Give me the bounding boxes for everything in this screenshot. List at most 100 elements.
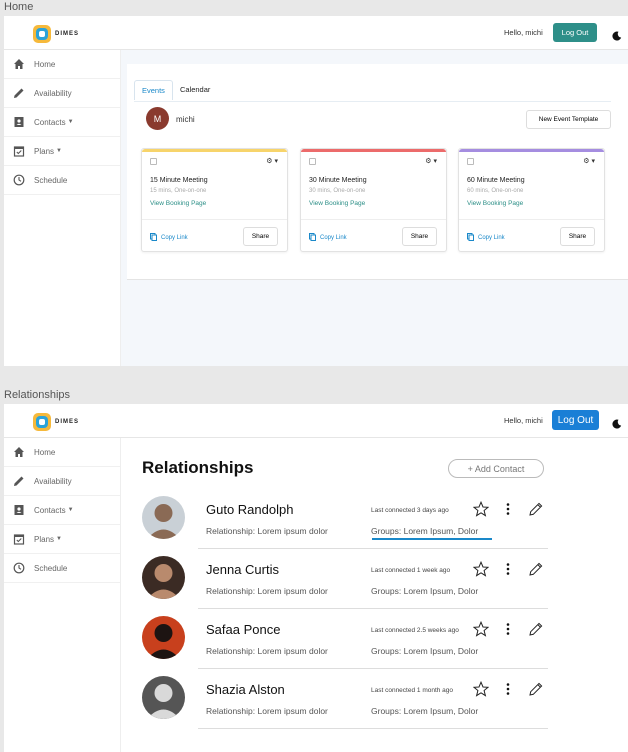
card-subtitle: 15 mins, One-on-one — [150, 188, 207, 194]
tab-calendar[interactable]: Calendar — [173, 80, 217, 100]
sidebar-item-availability[interactable]: Availability — [4, 79, 120, 108]
moon-icon[interactable] — [612, 416, 622, 429]
sidebar-item-plans[interactable]: Plans ▼ — [4, 137, 120, 166]
copy-icon — [150, 233, 157, 243]
contact-name[interactable]: Shazia Alston — [206, 682, 285, 697]
last-connected: Last connected 1 week ago — [371, 567, 451, 574]
gear-icon[interactable]: ⚙ ▾ — [425, 157, 437, 165]
sidebar-item-label: Plans — [34, 146, 55, 156]
event-card: ⚙ ▾ 60 Minute Meeting 60 mins, One-on-on… — [458, 148, 605, 252]
tab-events[interactable]: Events — [134, 80, 173, 100]
view-booking-link[interactable]: View Booking Page — [150, 200, 206, 207]
sidebar-item-availability[interactable]: Availability — [4, 467, 120, 496]
contact-name[interactable]: Safaa Ponce — [206, 622, 280, 637]
sidebar-item-schedule[interactable]: Schedule — [4, 554, 120, 583]
contact-groups: Groups: Lorem Ipsum, Dolor — [371, 526, 479, 536]
contact-groups: Groups: Lorem Ipsum, Dolor — [371, 646, 479, 656]
user-name: michi — [176, 115, 195, 124]
home-icon — [12, 57, 26, 71]
contact-row[interactable]: Jenna Curtis Relationship: Lorem ipsum d… — [121, 556, 628, 616]
star-icon[interactable] — [472, 620, 490, 637]
share-button[interactable]: Share — [402, 227, 437, 246]
sidebar-item-contacts[interactable]: Contacts ▼ — [4, 496, 120, 525]
clock-icon — [12, 173, 26, 187]
avatar[interactable]: M — [146, 107, 169, 130]
relationships-frame: DIMES Hello, michi Log Out Home Availabi… — [4, 404, 628, 752]
edit-pencil-icon[interactable] — [528, 501, 544, 517]
card-divider — [142, 219, 287, 220]
sidebar: Home Availability Contacts ▼ Plans ▼ Sch… — [4, 438, 121, 752]
view-booking-link[interactable]: View Booking Page — [467, 200, 523, 207]
more-options-icon[interactable] — [500, 501, 516, 517]
contact-avatar[interactable] — [142, 616, 185, 659]
star-icon[interactable] — [472, 560, 490, 577]
edit-pencil-icon[interactable] — [528, 681, 544, 697]
sidebar-item-label: Availability — [34, 476, 72, 486]
sidebar-item-label: Plans — [34, 534, 55, 544]
more-options-icon[interactable] — [500, 621, 516, 637]
gear-icon[interactable]: ⚙ ▾ — [266, 157, 278, 165]
copy-link[interactable]: Copy Link — [309, 233, 347, 243]
contact-row[interactable]: Safaa Ponce Relationship: Lorem ipsum do… — [121, 616, 628, 676]
card-checkbox[interactable] — [309, 158, 316, 165]
contact-avatar[interactable] — [142, 496, 185, 539]
sidebar-item-home[interactable]: Home — [4, 50, 120, 79]
main-content: Events Calendar M michi New Event Templa… — [121, 50, 628, 366]
contact-avatar[interactable] — [142, 676, 185, 719]
sidebar-item-schedule[interactable]: Schedule — [4, 166, 120, 195]
contact-row[interactable]: Shazia Alston Relationship: Lorem ipsum … — [121, 676, 628, 736]
contact-relationship: Relationship: Lorem ipsum dolor — [206, 706, 328, 716]
tab-divider — [134, 101, 611, 102]
contact-name[interactable]: Guto Randolph — [206, 502, 293, 517]
row-divider — [198, 608, 548, 609]
sidebar-item-plans[interactable]: Plans ▼ — [4, 525, 120, 554]
contact-relationship: Relationship: Lorem ipsum dolor — [206, 646, 328, 656]
contact-relationship: Relationship: Lorem ipsum dolor — [206, 586, 328, 596]
card-checkbox[interactable] — [150, 158, 157, 165]
card-divider — [301, 219, 446, 220]
edit-pencil-icon[interactable] — [528, 621, 544, 637]
edit-pencil-icon[interactable] — [528, 561, 544, 577]
card-checkbox[interactable] — [467, 158, 474, 165]
copy-link-label: Copy Link — [478, 235, 505, 241]
event-card: ⚙ ▾ 30 Minute Meeting 30 mins, One-on-on… — [300, 148, 447, 252]
copy-link[interactable]: Copy Link — [150, 233, 188, 243]
add-contact-button[interactable]: + Add Contact — [448, 459, 544, 478]
copy-link-label: Copy Link — [320, 235, 347, 241]
calendar-check-icon — [12, 532, 26, 546]
more-options-icon[interactable] — [500, 561, 516, 577]
home-frame: DIMES Hello, michi Log Out Home Availabi… — [4, 16, 628, 366]
sidebar-item-label: Contacts — [34, 117, 66, 127]
events-panel: Events Calendar M michi New Event Templa… — [127, 64, 628, 280]
sidebar: Home Availability Contacts ▼ Plans ▼ Sch… — [4, 50, 121, 366]
moon-icon[interactable] — [612, 28, 622, 41]
gear-icon[interactable]: ⚙ ▾ — [583, 157, 595, 165]
last-connected: Last connected 3 days ago — [371, 507, 449, 514]
chevron-down-icon: ▼ — [67, 507, 74, 513]
brand-logo[interactable]: DIMES — [32, 24, 79, 44]
star-icon[interactable] — [472, 500, 490, 517]
logout-button[interactable]: Log Out — [552, 410, 599, 430]
page-title: Relationships — [142, 458, 254, 477]
more-options-icon[interactable] — [500, 681, 516, 697]
card-divider — [459, 219, 604, 220]
contact-name[interactable]: Jenna Curtis — [206, 562, 279, 577]
sidebar-item-label: Home — [34, 447, 56, 457]
new-event-template-button[interactable]: New Event Template — [526, 110, 611, 129]
calendar-check-icon — [12, 144, 26, 158]
contact-row[interactable]: Guto Randolph Relationship: Lorem ipsum … — [121, 496, 628, 556]
star-icon[interactable] — [472, 680, 490, 697]
logout-button[interactable]: Log Out — [553, 23, 597, 42]
sidebar-item-home[interactable]: Home — [4, 438, 120, 467]
event-card: ⚙ ▾ 15 Minute Meeting 15 mins, One-on-on… — [141, 148, 288, 252]
row-divider — [198, 668, 548, 669]
sidebar-item-contacts[interactable]: Contacts ▼ — [4, 108, 120, 137]
brand-logo[interactable]: DIMES — [32, 412, 79, 432]
share-button[interactable]: Share — [243, 227, 278, 246]
copy-link[interactable]: Copy Link — [467, 233, 505, 243]
view-booking-link[interactable]: View Booking Page — [309, 200, 365, 207]
home-icon — [12, 445, 26, 459]
brand-name: DIMES — [55, 31, 80, 37]
share-button[interactable]: Share — [560, 227, 595, 246]
contact-avatar[interactable] — [142, 556, 185, 599]
